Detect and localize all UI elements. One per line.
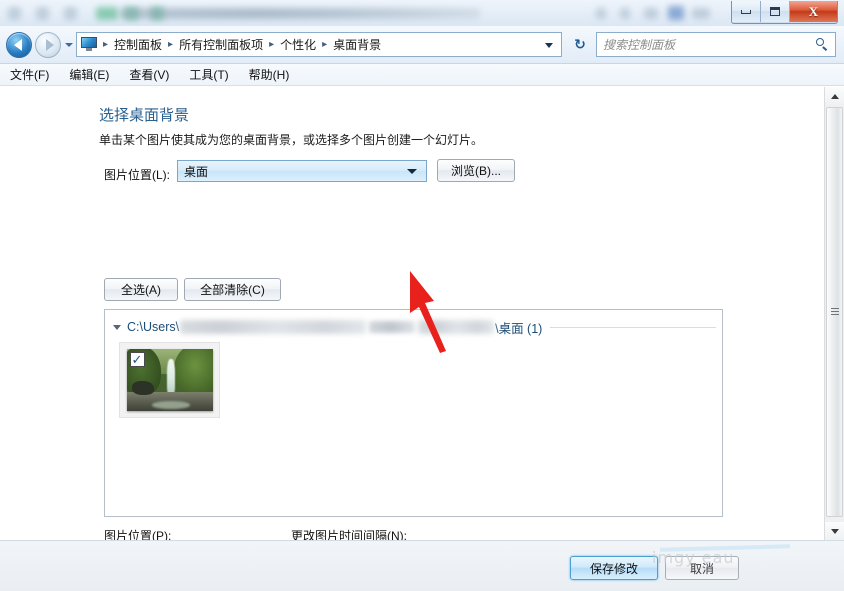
redacted-path-segment-2 bbox=[418, 320, 495, 334]
scrollbar-thumb[interactable] bbox=[826, 107, 843, 517]
picture-location-dropdown[interactable]: 桌面 bbox=[177, 160, 427, 182]
scroll-down-arrow-icon bbox=[830, 528, 839, 534]
scrollbar-grip-icon bbox=[830, 307, 839, 317]
breadcrumb-bar[interactable]: ▸ 控制面板 ▸ 所有控制面板项 ▸ 个性化 ▸ 桌面背景 bbox=[76, 32, 562, 57]
select-all-button[interactable]: 全选(A) bbox=[104, 278, 178, 301]
cancel-button[interactable]: 取消 bbox=[665, 556, 739, 580]
breadcrumb-item-all-items[interactable]: 所有控制面板项 bbox=[177, 36, 265, 53]
browse-button[interactable]: 浏览(B)... bbox=[437, 159, 515, 182]
menu-item-file[interactable]: 文件(F) bbox=[10, 66, 49, 83]
vertical-scrollbar[interactable] bbox=[824, 87, 844, 540]
scroll-down-button[interactable] bbox=[825, 522, 844, 540]
redacted-username bbox=[180, 320, 367, 334]
breadcrumb-separator: ▸ bbox=[322, 39, 328, 50]
clear-all-button[interactable]: 全部清除(C) bbox=[184, 278, 281, 301]
checkmark-icon: ✓ bbox=[131, 352, 143, 367]
minimize-icon bbox=[741, 9, 751, 14]
picture-position-label: 图片位置(P): bbox=[104, 529, 172, 540]
forward-button[interactable] bbox=[35, 32, 61, 58]
menu-item-edit[interactable]: 编辑(E) bbox=[69, 66, 109, 83]
change-interval-label: 更改图片时间间隔(N): bbox=[291, 529, 407, 540]
picture-location-label: 图片位置(L): bbox=[104, 168, 171, 182]
wallpaper-list-panel[interactable]: C:\Users\ \桌面 (1) ✓ bbox=[104, 309, 723, 517]
window-controls: X bbox=[731, 1, 838, 24]
page-title: 选择桌面背景 bbox=[99, 107, 190, 124]
search-input[interactable]: 搜索控制面板 bbox=[603, 36, 816, 53]
scroll-up-arrow-icon bbox=[830, 93, 839, 99]
list-item[interactable]: ✓ bbox=[119, 342, 220, 418]
search-box[interactable]: 搜索控制面板 bbox=[596, 32, 836, 57]
page-subtitle: 单击某个图片使其成为您的桌面背景，或选择多个图片创建一个幻灯片。 bbox=[99, 133, 484, 147]
save-changes-button[interactable]: 保存修改 bbox=[570, 556, 658, 580]
breadcrumb-item-desktop-background[interactable]: 桌面背景 bbox=[331, 36, 383, 53]
group-path-suffix: \桌面 (1) bbox=[495, 321, 543, 336]
window-root: X ▸ 控制面板 ▸ 所有控制面板项 ▸ 个性化 ▸ 桌面背景 ↻ 搜索控制面板… bbox=[0, 0, 844, 591]
menu-bar: 文件(F) 编辑(E) 查看(V) 工具(T) 帮助(H) bbox=[0, 64, 844, 86]
maximize-button[interactable] bbox=[761, 1, 790, 22]
maximize-icon bbox=[770, 7, 780, 16]
close-button[interactable]: X bbox=[790, 1, 837, 22]
back-button[interactable] bbox=[6, 32, 32, 58]
back-arrow-icon bbox=[13, 39, 22, 51]
minimize-button[interactable] bbox=[732, 1, 761, 22]
close-icon: X bbox=[808, 3, 819, 19]
breadcrumb-separator: ▸ bbox=[168, 39, 174, 50]
scroll-up-button[interactable] bbox=[825, 87, 844, 105]
content-pane: 选择桌面背景 单击某个图片使其成为您的桌面背景，或选择多个图片创建一个幻灯片。 … bbox=[0, 87, 824, 540]
monitor-icon bbox=[81, 37, 97, 52]
group-path-prefix: C:\Users\ bbox=[127, 320, 180, 334]
chevron-down-icon bbox=[407, 168, 417, 174]
breadcrumb-item-personalization[interactable]: 个性化 bbox=[278, 36, 318, 53]
picture-location-value: 桌面 bbox=[184, 164, 209, 179]
search-icon bbox=[816, 38, 829, 51]
breadcrumb-separator: ▸ bbox=[269, 39, 275, 50]
dialog-footer: 保存修改 取消 bbox=[0, 540, 844, 591]
group-divider bbox=[550, 326, 716, 328]
waterfall-wallpaper-thumbnail[interactable]: ✓ bbox=[126, 349, 213, 411]
browser-chrome-strip bbox=[0, 0, 844, 26]
explorer-toolbar: ▸ 控制面板 ▸ 所有控制面板项 ▸ 个性化 ▸ 桌面背景 ↻ 搜索控制面板 bbox=[0, 26, 844, 64]
menu-item-view[interactable]: 查看(V) bbox=[129, 66, 169, 83]
refresh-icon: ↻ bbox=[574, 36, 586, 52]
menu-item-help[interactable]: 帮助(H) bbox=[249, 66, 290, 83]
history-dropdown-icon[interactable] bbox=[65, 43, 73, 47]
breadcrumb-chevron-down-icon[interactable] bbox=[545, 43, 553, 48]
list-group-header[interactable]: C:\Users\ \桌面 (1) bbox=[113, 318, 716, 336]
refresh-button[interactable]: ↻ bbox=[568, 32, 592, 57]
triangle-collapse-icon[interactable] bbox=[113, 324, 121, 330]
breadcrumb-item-control-panel[interactable]: 控制面板 bbox=[112, 36, 164, 53]
forward-arrow-icon bbox=[45, 39, 54, 51]
thumbnail-checkbox[interactable]: ✓ bbox=[129, 352, 145, 367]
redacted-path-segment bbox=[369, 321, 416, 333]
menu-item-tools[interactable]: 工具(T) bbox=[189, 66, 228, 83]
breadcrumb-separator: ▸ bbox=[103, 39, 109, 50]
